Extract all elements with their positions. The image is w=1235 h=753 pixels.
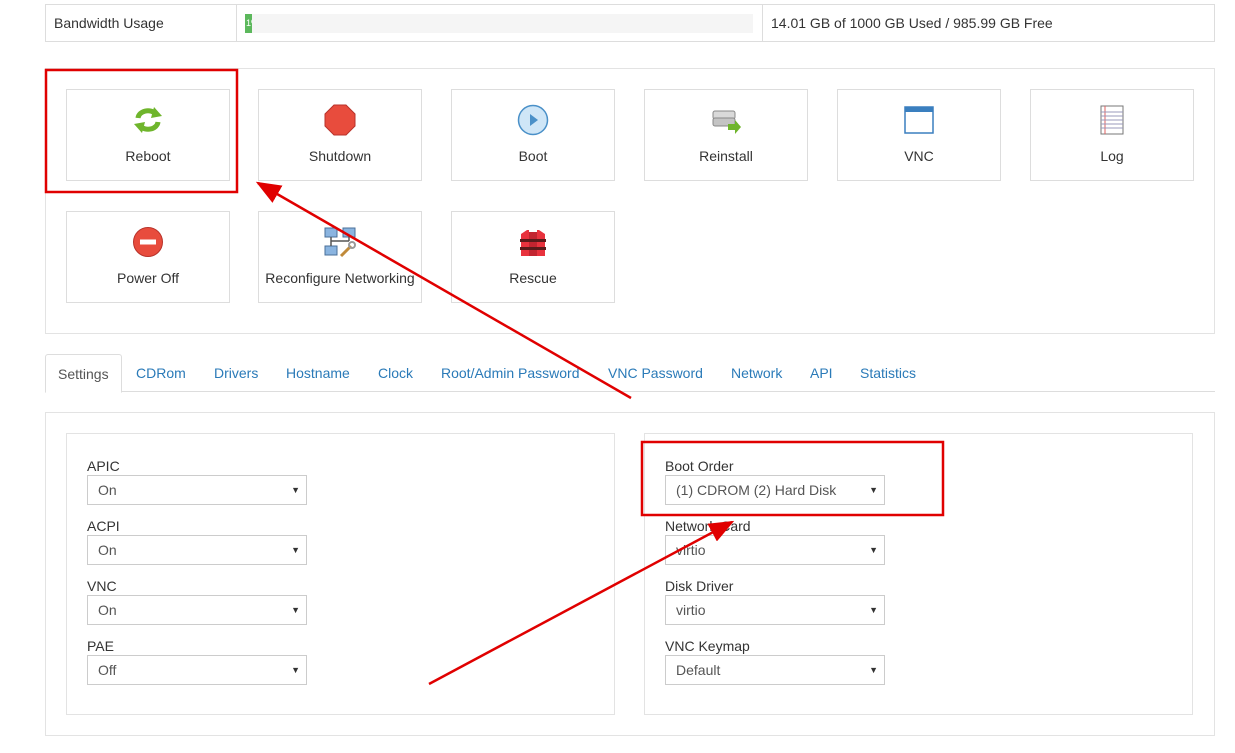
disk-driver-value: virtio xyxy=(676,602,706,618)
settings-panel: APIC On ▼ ACPI On ▼ VNC On ▼ PAE Off ▼ B… xyxy=(45,412,1215,736)
rescue-icon xyxy=(520,230,546,256)
chevron-down-icon: ▼ xyxy=(869,605,878,615)
reinstall-button[interactable]: Reinstall xyxy=(644,89,808,181)
power-off-icon xyxy=(133,227,163,257)
vnc-keymap-label: VNC Keymap xyxy=(665,638,750,654)
tab-settings[interactable]: Settings xyxy=(45,354,122,393)
settings-left-column: APIC On ▼ ACPI On ▼ VNC On ▼ PAE Off ▼ xyxy=(66,433,615,715)
boot-order-select[interactable]: (1) CDROM (2) Hard Disk ▼ xyxy=(665,475,885,505)
chevron-down-icon: ▼ xyxy=(291,545,300,555)
acpi-select[interactable]: On ▼ xyxy=(87,535,307,565)
chevron-down-icon: ▼ xyxy=(291,485,300,495)
boot-icon xyxy=(517,104,549,136)
apic-value: On xyxy=(98,482,117,498)
tab-cdrom[interactable]: CDRom xyxy=(136,354,186,392)
chevron-down-icon: ▼ xyxy=(869,545,878,555)
acpi-value: On xyxy=(98,542,117,558)
reboot-label: Reboot xyxy=(125,148,171,164)
pae-value: Off xyxy=(98,662,117,678)
chevron-down-icon: ▼ xyxy=(291,665,300,675)
tab-api[interactable]: API xyxy=(810,354,833,392)
vnc-setting-label: VNC xyxy=(87,578,117,594)
power-off-button[interactable]: Power Off xyxy=(66,211,230,303)
boot-button[interactable]: Boot xyxy=(451,89,615,181)
reboot-icon xyxy=(134,107,162,133)
chevron-down-icon: ▼ xyxy=(869,665,878,675)
tab-statistics[interactable]: Statistics xyxy=(860,354,916,392)
network-card-label: Network Card xyxy=(665,518,751,534)
chevron-down-icon: ▼ xyxy=(291,605,300,615)
boot-order-label: Boot Order xyxy=(665,458,734,474)
shutdown-icon xyxy=(324,104,356,136)
vnc-keymap-value: Default xyxy=(676,662,721,678)
vnc-keymap-select[interactable]: Default ▼ xyxy=(665,655,885,685)
apic-label: APIC xyxy=(87,458,120,474)
log-button[interactable]: Log xyxy=(1030,89,1194,181)
bandwidth-progress-fill: 1% xyxy=(245,14,253,33)
reboot-button[interactable]: Reboot xyxy=(66,89,230,181)
apic-select[interactable]: On ▼ xyxy=(87,475,307,505)
network-icon xyxy=(324,227,356,258)
tab-vnc-password[interactable]: VNC Password xyxy=(608,354,703,392)
reconfigure-networking-label: Reconfigure Networking xyxy=(265,270,415,286)
tab-clock[interactable]: Clock xyxy=(378,354,413,392)
shutdown-label: Shutdown xyxy=(308,148,372,164)
disk-driver-label: Disk Driver xyxy=(665,578,734,594)
bandwidth-label: Bandwidth Usage xyxy=(46,5,237,41)
power-off-label: Power Off xyxy=(117,270,179,286)
reinstall-icon xyxy=(712,110,741,134)
log-icon xyxy=(1100,105,1124,135)
vnc-label: VNC xyxy=(904,148,934,164)
tab-drivers[interactable]: Drivers xyxy=(214,354,258,392)
bandwidth-value: 14.01 GB of 1000 GB Used / 985.99 GB Fre… xyxy=(771,15,1053,31)
reinstall-label: Reinstall xyxy=(699,148,753,164)
settings-tabs: Settings CDRom Drivers Hostname Clock Ro… xyxy=(45,354,1215,393)
pae-select[interactable]: Off ▼ xyxy=(87,655,307,685)
network-card-value: virtio xyxy=(676,542,706,558)
vnc-select[interactable]: On ▼ xyxy=(87,595,307,625)
rescue-label: Rescue xyxy=(509,270,557,286)
actions-panel: Reboot Shutdown Boot Reinstall VNC Log P… xyxy=(45,68,1215,334)
bandwidth-row: Bandwidth Usage 1% 14.01 GB of 1000 GB U… xyxy=(45,4,1215,42)
chevron-down-icon: ▼ xyxy=(869,485,878,495)
tab-hostname[interactable]: Hostname xyxy=(286,354,350,392)
bandwidth-progress-track: 1% xyxy=(245,14,753,33)
vnc-value: On xyxy=(98,602,117,618)
vnc-button[interactable]: VNC xyxy=(837,89,1001,181)
rescue-button[interactable]: Rescue xyxy=(451,211,615,303)
network-card-select[interactable]: virtio ▼ xyxy=(665,535,885,565)
acpi-label: ACPI xyxy=(87,518,120,534)
disk-driver-select[interactable]: virtio ▼ xyxy=(665,595,885,625)
log-label: Log xyxy=(1100,148,1124,164)
shutdown-button[interactable]: Shutdown xyxy=(258,89,422,181)
reconfigure-networking-button[interactable]: Reconfigure Networking xyxy=(258,211,422,303)
boot-label: Boot xyxy=(518,148,548,164)
boot-order-value: (1) CDROM (2) Hard Disk xyxy=(676,482,837,498)
settings-right-column: Boot Order (1) CDROM (2) Hard Disk ▼ Net… xyxy=(644,433,1193,715)
pae-label: PAE xyxy=(87,638,114,654)
vnc-icon xyxy=(904,106,934,134)
tab-network[interactable]: Network xyxy=(731,354,782,392)
bandwidth-bar-cell: 1% xyxy=(237,5,763,41)
tab-root-admin-password[interactable]: Root/Admin Password xyxy=(441,354,580,392)
